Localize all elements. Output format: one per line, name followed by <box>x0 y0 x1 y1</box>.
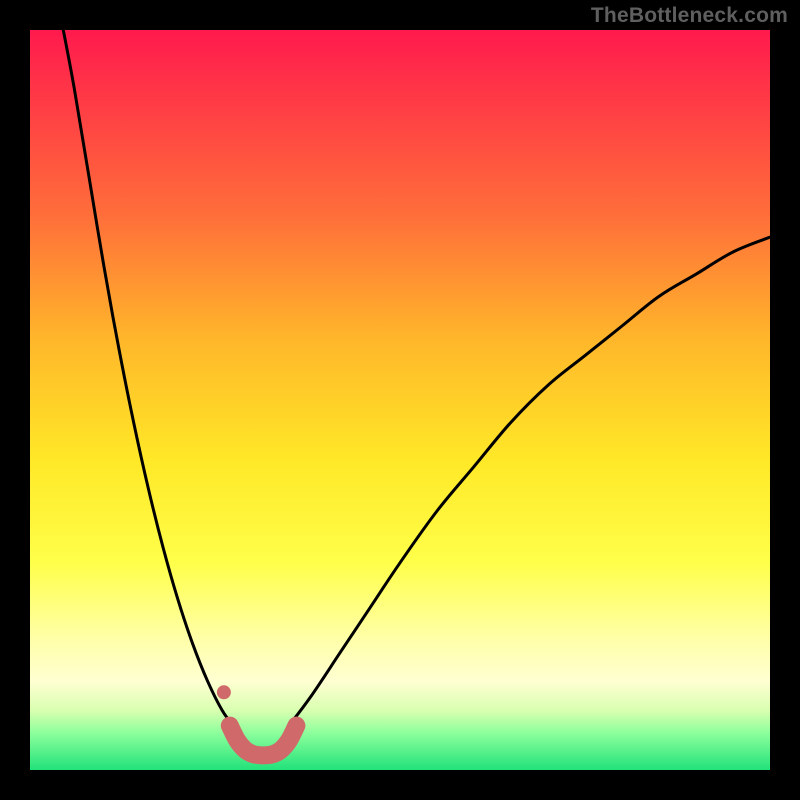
series-left-curve <box>63 30 233 726</box>
series-group <box>63 30 770 755</box>
chart-frame: TheBottleneck.com <box>0 0 800 800</box>
series-optimal-band <box>230 726 297 756</box>
curve-layer <box>30 30 770 770</box>
watermark-text: TheBottleneck.com <box>591 4 788 28</box>
series-optimal-marker-dot <box>217 685 231 699</box>
plot-area <box>30 30 770 770</box>
series-right-curve <box>289 237 770 725</box>
